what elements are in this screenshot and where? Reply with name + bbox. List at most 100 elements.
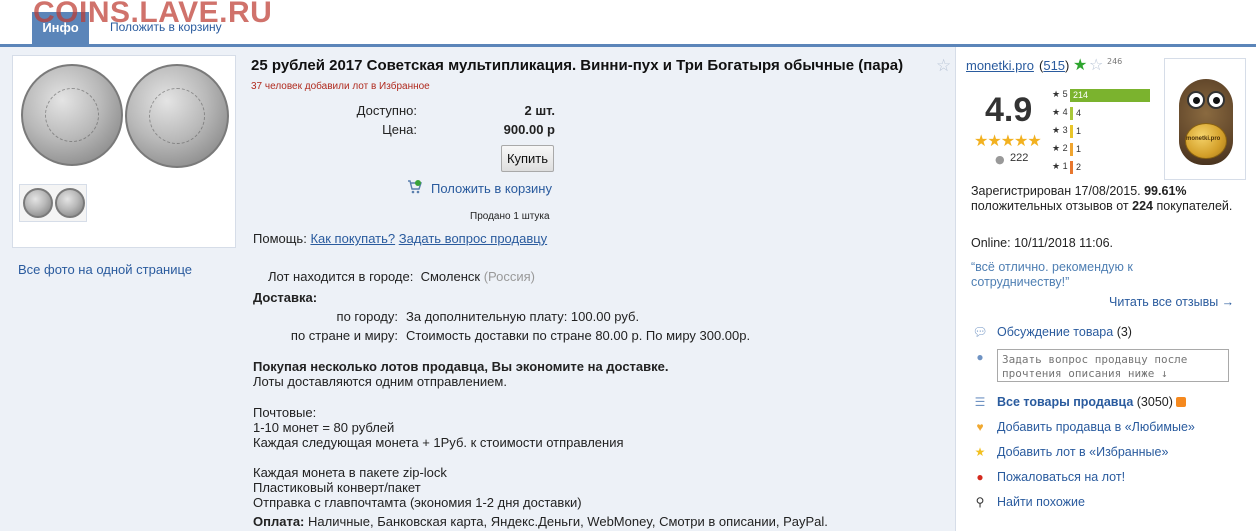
rating-bar-fill <box>1070 125 1073 138</box>
single-shipment-note: Лоты доставляются одним отправлением. <box>253 374 507 389</box>
review-quote: “всё отлично. рекомендую к сотрудничеств… <box>971 260 1133 289</box>
ask-question-row: ● <box>971 350 997 364</box>
country-value: (Россия) <box>483 269 535 284</box>
all-goods-link[interactable]: ☰ Все товары продавца (3050) <box>971 395 1186 409</box>
ask-seller-input[interactable] <box>997 349 1229 382</box>
rating-bar-count: 1 <box>1076 126 1082 136</box>
ask-seller-link[interactable]: Задать вопрос продавцу <box>399 231 547 246</box>
avatar[interactable]: monetki.pro <box>1164 58 1246 180</box>
delivery-city-value: За дополнительную плату: 100.00 руб. <box>406 309 640 324</box>
favorite-star-icon[interactable]: ☆ <box>936 56 951 76</box>
green-star-icon: ★ <box>1073 55 1088 74</box>
rating-bar-label: ★ 1 <box>1052 161 1068 171</box>
chat-icon: 💬︎ <box>972 325 988 339</box>
speech-bubble-icon: ● <box>976 350 984 364</box>
rating-bar-label: ★ 4 <box>1052 107 1068 117</box>
cart-icon <box>408 180 422 194</box>
buyers-text: покупателей. <box>1156 199 1233 213</box>
seller-rating-count: (515) <box>1039 58 1070 73</box>
help-row: Помощь: Как покупать? Задать вопрос прод… <box>253 231 547 246</box>
pack-line: Отправка с главпочтамта (экономия 1-2 дн… <box>253 495 582 510</box>
help-label: Помощь: <box>253 231 307 246</box>
city-row: Лот находится в городе: Смоленск (Россия… <box>268 269 535 284</box>
add-favorite-lot-link[interactable]: ★ Добавить лот в «Избранные» <box>971 445 1169 459</box>
registered-date: Зарегистрирован 17/08/2015. <box>971 184 1141 198</box>
discussion-link[interactable]: 💬︎ Обсуждение товара (3) <box>971 325 1132 339</box>
reviews-people-count: 222 <box>1010 152 1029 164</box>
site-watermark: COINS.LAVE.RU <box>33 0 273 29</box>
positive-percent: 99.61% <box>1144 184 1187 198</box>
price-value: 900.00 р <box>503 122 555 137</box>
rating-bar-label: ★ 2 <box>1052 143 1068 153</box>
post-line: 1-10 монет = 80 рублей <box>253 420 395 435</box>
star-icon: ★ <box>974 445 986 459</box>
all-goods-label: Все товары продавца <box>997 395 1134 409</box>
delivery-world-value: Стоимость доставки по стране 80.00 р. По… <box>406 328 751 343</box>
buy-button[interactable]: Купить <box>501 145 554 172</box>
read-all-reviews-link[interactable]: Читать все отзывы → <box>1109 295 1234 309</box>
alert-icon: ● <box>976 470 984 484</box>
lot-details: 25 рублей 2017 Советская мультипликация.… <box>244 47 955 531</box>
all-goods-count: (3050) <box>1136 395 1173 409</box>
seller-count-link[interactable]: 515 <box>1043 58 1065 73</box>
rating-bar-fill <box>1070 143 1073 156</box>
rating-stars-icon: ★★★★★ <box>974 131 1042 150</box>
payment-value: Наличные, Банковская карта, Яндекс.Деньг… <box>308 514 828 529</box>
star-superscript: 246 <box>1107 57 1123 66</box>
page-title: 25 рублей 2017 Советская мультипликация.… <box>251 57 904 74</box>
rating-bar-count: 214 <box>1073 90 1089 100</box>
find-similar-label: Найти похожие <box>997 495 1085 509</box>
city-value: Смоленск <box>420 269 481 284</box>
find-similar-link[interactable]: ⚲ Найти похожие <box>971 495 1085 509</box>
seller-name-link[interactable]: monetki.pro <box>966 58 1034 73</box>
delivery-world-label: по стране и миру: <box>290 328 398 343</box>
payment-label: Оплата: <box>253 514 305 529</box>
outline-star-icon: ☆ <box>1089 55 1104 74</box>
available-label: Доступно: <box>356 103 417 118</box>
favorites-count: 37 человек добавили лот в Избранное <box>251 81 430 92</box>
payment-row: Оплата: Наличные, Банковская карта, Янде… <box>253 514 828 529</box>
post-line: Каждая следующая монета + 1Руб. к стоимо… <box>253 435 624 450</box>
people-icon: ● <box>995 153 1005 166</box>
rss-icon[interactable] <box>1175 397 1186 407</box>
rating-bar-fill <box>1070 107 1073 120</box>
rating-bar-label: ★ 3 <box>1052 125 1068 135</box>
city-label: Лот находится в городе: <box>268 269 414 284</box>
savings-note: Покупая несколько лотов продавца, Вы эко… <box>253 359 669 374</box>
rating-bar-fill <box>1070 161 1073 174</box>
complain-link[interactable]: ● Пожаловаться на лот! <box>971 470 1125 484</box>
main-photo-coin-1[interactable] <box>21 64 123 166</box>
add-favorite-seller-link[interactable]: ♥ Добавить продавца в «Любимые» <box>971 420 1195 434</box>
positive-text: положительных отзывов от <box>971 199 1129 213</box>
rating-bar-count: 2 <box>1076 162 1082 172</box>
seller-rating: 4.9 <box>985 91 1033 129</box>
owl-avatar-icon: monetki.pro <box>1179 79 1233 165</box>
discussion-label: Обсуждение товара <box>997 325 1114 339</box>
pack-line: Каждая монета в пакете zip-lock <box>253 465 447 480</box>
price-label: Цена: <box>382 122 417 137</box>
seller-panel: monetki.pro (515) ★ ☆ 246 4.9 ★★★★★ ● 22… <box>955 47 1256 531</box>
photo-column: Все фото на одной странице <box>0 47 244 531</box>
rating-bar-label: ★ 5 <box>1052 89 1068 99</box>
heart-icon: ♥ <box>976 420 984 434</box>
all-photos-link[interactable]: Все фото на одной странице <box>18 262 192 277</box>
rating-bar-count: 4 <box>1076 108 1082 118</box>
thumbnail-coin-1[interactable] <box>23 188 53 218</box>
add-to-cart-link[interactable]: Положить в корзину <box>431 181 552 196</box>
online-status: Online: 10/11/2018 11:06. <box>971 236 1114 250</box>
thumbnail-coin-2[interactable] <box>55 188 85 218</box>
add-favorite-seller-label: Добавить продавца в «Любимые» <box>997 420 1195 434</box>
sold-count: Продано 1 штука <box>470 211 550 222</box>
available-value: 2 шт. <box>524 103 555 118</box>
delivery-title: Доставка: <box>253 290 318 305</box>
main-photo-coin-2[interactable] <box>125 64 229 168</box>
photo-gallery <box>12 55 236 248</box>
how-to-buy-link[interactable]: Как покупать? <box>310 231 395 246</box>
divider <box>955 47 956 531</box>
pack-line: Пластиковый конверт/пакет <box>253 480 421 495</box>
search-icon: ⚲ <box>975 495 985 509</box>
discussion-count: (3) <box>1116 325 1132 339</box>
registration-info: Зарегистрирован 17/08/2015. 99.61% полож… <box>971 184 1251 214</box>
avatar-label: monetki.pro <box>1186 136 1221 142</box>
post-line: Почтовые: <box>253 405 317 420</box>
